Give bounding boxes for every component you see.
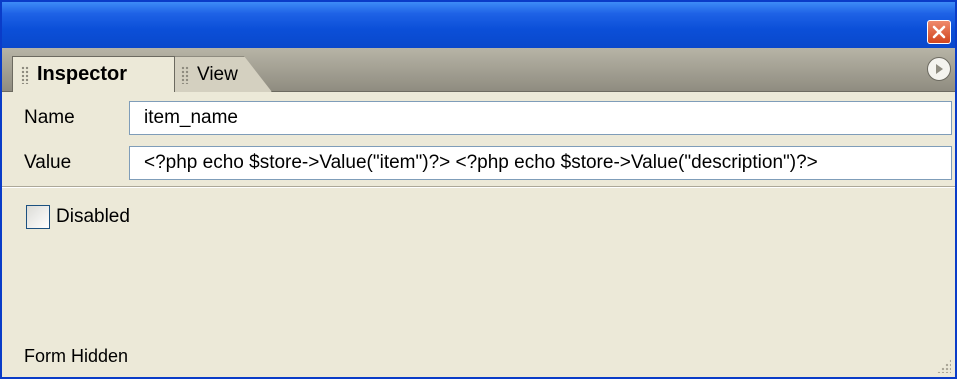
play-circle-icon (936, 64, 943, 74)
disabled-checkbox[interactable] (26, 205, 50, 229)
resize-grip-icon[interactable] (937, 359, 951, 373)
tab-view-label: View (197, 63, 238, 85)
divider (2, 187, 955, 188)
properties-area: Name Value (2, 92, 955, 187)
name-row: Name (2, 96, 955, 140)
panel-menu-button[interactable] (927, 57, 951, 81)
tab-strip: Inspector View (2, 48, 955, 92)
tab-view[interactable]: View (172, 56, 272, 92)
grip-icon (21, 65, 29, 84)
value-input[interactable] (129, 146, 952, 180)
name-label: Name (24, 107, 75, 128)
value-label: Value (24, 152, 72, 173)
close-button[interactable] (927, 20, 951, 44)
tab-inspector[interactable]: Inspector (12, 56, 175, 92)
title-bar[interactable] (2, 2, 955, 48)
grip-icon (181, 65, 189, 84)
disabled-checkbox-row[interactable]: Disabled (26, 205, 130, 229)
inspector-window: Inspector View Name Value Disabled Form … (0, 0, 957, 379)
tab-inspector-label: Inspector (37, 63, 128, 85)
disabled-label: Disabled (56, 206, 130, 227)
close-icon (932, 25, 946, 39)
name-input[interactable] (129, 101, 952, 135)
value-row: Value (2, 141, 955, 185)
status-text: Form Hidden (24, 346, 129, 366)
